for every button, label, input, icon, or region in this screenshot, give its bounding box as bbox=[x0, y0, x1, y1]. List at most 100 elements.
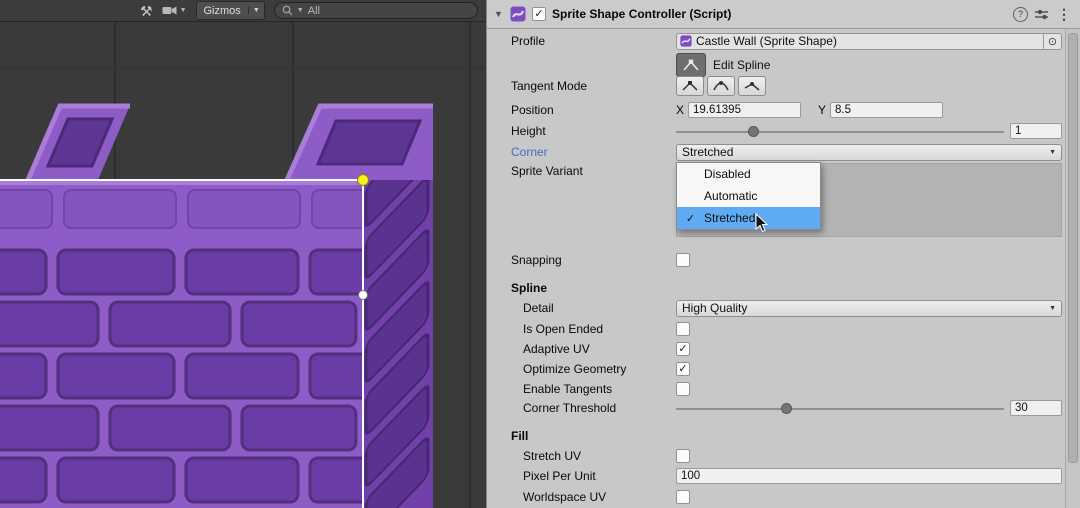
is-open-ended-row: Is Open Ended bbox=[511, 320, 1062, 338]
chevron-down-icon: ▼ bbox=[248, 7, 264, 14]
corner-dropdown-menu: Disabled Automatic ✓ Stretched bbox=[676, 162, 821, 230]
position-x-field[interactable] bbox=[688, 102, 801, 118]
chevron-down-icon: ▼ bbox=[1049, 305, 1056, 312]
stretch-uv-checkbox[interactable] bbox=[676, 449, 690, 463]
snapping-row: Snapping bbox=[511, 251, 1062, 269]
search-icon bbox=[282, 5, 293, 16]
spline-point[interactable] bbox=[359, 291, 368, 300]
gizmos-dropdown[interactable]: Gizmos ▼ bbox=[196, 1, 265, 20]
enable-tangents-label: Enable Tangents bbox=[511, 382, 676, 396]
tangent-linear-button[interactable] bbox=[676, 76, 704, 96]
inspector-scrollbar[interactable] bbox=[1065, 29, 1080, 508]
object-picker-icon[interactable]: ⊙ bbox=[1043, 34, 1061, 49]
scene-search-field[interactable]: ▼ bbox=[274, 2, 478, 19]
detail-label: Detail bbox=[511, 301, 676, 315]
tangent-mode-label: Tangent Mode bbox=[511, 79, 676, 93]
height-row: Height bbox=[511, 122, 1062, 140]
slider-thumb[interactable] bbox=[748, 126, 759, 137]
foldout-arrow-icon[interactable]: ▼ bbox=[494, 9, 504, 19]
detail-dropdown[interactable]: High Quality ▼ bbox=[676, 300, 1062, 317]
menu-item-label: Automatic bbox=[704, 189, 757, 203]
corner-threshold-row: Corner Threshold bbox=[511, 399, 1062, 417]
check-icon: ✓ bbox=[677, 212, 704, 225]
kebab-menu-icon[interactable]: ⋮ bbox=[1055, 6, 1073, 23]
sprite-shape-icon bbox=[680, 35, 692, 47]
sprite-shape-icon bbox=[510, 6, 526, 22]
slider-track bbox=[676, 131, 1004, 133]
height-value-field[interactable] bbox=[1010, 123, 1062, 139]
corner-threshold-value-field[interactable] bbox=[1010, 400, 1062, 416]
tangent-continuous-button[interactable] bbox=[707, 76, 735, 96]
adaptive-uv-label: Adaptive UV bbox=[511, 342, 676, 356]
height-label: Height bbox=[511, 124, 676, 138]
x-axis-label: X bbox=[676, 103, 688, 117]
help-icon[interactable]: ? bbox=[1013, 7, 1028, 22]
inspector-panel: ▼ ✓ Sprite Shape Controller (Script) ? ⋮… bbox=[486, 0, 1080, 508]
fill-section-label: Fill bbox=[511, 429, 676, 443]
scrollbar-thumb[interactable] bbox=[1068, 33, 1078, 463]
component-header[interactable]: ▼ ✓ Sprite Shape Controller (Script) ? ⋮ bbox=[487, 0, 1080, 29]
spline-section-label: Spline bbox=[511, 281, 676, 295]
snapping-checkbox[interactable] bbox=[676, 253, 690, 267]
is-open-ended-checkbox[interactable] bbox=[676, 322, 690, 336]
detail-dropdown-value: High Quality bbox=[682, 301, 747, 315]
profile-object-field[interactable]: Castle Wall (Sprite Shape) ⊙ bbox=[676, 33, 1062, 50]
position-y-field[interactable] bbox=[830, 102, 943, 118]
profile-label: Profile bbox=[511, 34, 676, 48]
tangent-continuous-icon bbox=[713, 80, 729, 92]
tangent-mode-row: Tangent Mode bbox=[511, 77, 1062, 95]
chevron-down-icon: ▼ bbox=[180, 7, 187, 14]
edit-spline-button[interactable] bbox=[676, 53, 706, 77]
tangent-linear-icon bbox=[682, 80, 698, 92]
spline-point-selected[interactable] bbox=[358, 175, 369, 186]
menu-item-label: Disabled bbox=[704, 167, 751, 181]
unity-editor-window: ⚒ ▼ Gizmos ▼ ▼ bbox=[0, 0, 1080, 508]
menu-item-disabled[interactable]: Disabled bbox=[677, 163, 820, 185]
height-slider[interactable] bbox=[676, 123, 1004, 139]
profile-object-name: Castle Wall (Sprite Shape) bbox=[696, 34, 1039, 48]
mouse-cursor bbox=[755, 213, 769, 233]
chevron-down-icon: ▼ bbox=[1049, 149, 1056, 156]
stretch-uv-label: Stretch UV bbox=[511, 449, 676, 463]
menu-item-automatic[interactable]: Automatic bbox=[677, 185, 820, 207]
y-axis-label: Y bbox=[818, 103, 830, 117]
edit-spline-row: Edit Spline bbox=[511, 53, 1062, 77]
worldspace-uv-checkbox[interactable] bbox=[676, 490, 690, 504]
adaptive-uv-row: Adaptive UV ✓ bbox=[511, 340, 1062, 358]
adaptive-uv-checkbox[interactable]: ✓ bbox=[676, 342, 690, 356]
scene-search-input[interactable] bbox=[308, 5, 470, 17]
scene-camera-button[interactable]: ▼ bbox=[162, 5, 187, 16]
editor-tools-icon[interactable]: ⚒ bbox=[140, 4, 153, 18]
sprite-variant-label: Sprite Variant bbox=[511, 164, 676, 178]
snapping-label: Snapping bbox=[511, 253, 676, 267]
enable-tangents-row: Enable Tangents bbox=[511, 380, 1062, 398]
component-title: Sprite Shape Controller (Script) bbox=[552, 7, 1007, 21]
presets-icon[interactable] bbox=[1034, 8, 1049, 21]
menu-item-stretched[interactable]: ✓ Stretched bbox=[677, 207, 820, 229]
tangent-broken-button[interactable] bbox=[738, 76, 766, 96]
worldspace-uv-label: Worldspace UV bbox=[511, 490, 676, 504]
profile-row: Profile Castle Wall (Sprite Shape) ⊙ bbox=[511, 32, 1062, 50]
wall-front-face bbox=[0, 180, 424, 508]
tangent-broken-icon bbox=[744, 80, 760, 92]
optimize-geometry-label: Optimize Geometry bbox=[511, 362, 676, 376]
scene-toolbar: ⚒ ▼ Gizmos ▼ ▼ bbox=[0, 0, 486, 22]
optimize-geometry-checkbox[interactable]: ✓ bbox=[676, 362, 690, 376]
spline-edit-icon bbox=[682, 58, 700, 72]
menu-item-label: Stretched bbox=[704, 211, 755, 225]
camera-icon bbox=[162, 5, 177, 16]
position-label: Position bbox=[511, 103, 676, 117]
fill-section-header: Fill bbox=[511, 427, 1062, 445]
pixel-per-unit-label: Pixel Per Unit bbox=[511, 469, 676, 483]
slider-thumb[interactable] bbox=[781, 403, 792, 414]
gizmos-label: Gizmos bbox=[197, 5, 248, 17]
corner-dropdown[interactable]: Stretched ▼ bbox=[676, 144, 1062, 161]
component-enabled-checkbox[interactable]: ✓ bbox=[532, 7, 546, 21]
enable-tangents-checkbox[interactable] bbox=[676, 382, 690, 396]
corner-label: Corner bbox=[511, 145, 676, 159]
scene-canvas[interactable] bbox=[0, 22, 486, 508]
detail-row: Detail High Quality ▼ bbox=[511, 299, 1062, 317]
pixel-per-unit-field[interactable] bbox=[676, 468, 1062, 484]
corner-threshold-slider[interactable] bbox=[676, 400, 1004, 416]
chevron-down-icon: ▼ bbox=[297, 7, 304, 14]
